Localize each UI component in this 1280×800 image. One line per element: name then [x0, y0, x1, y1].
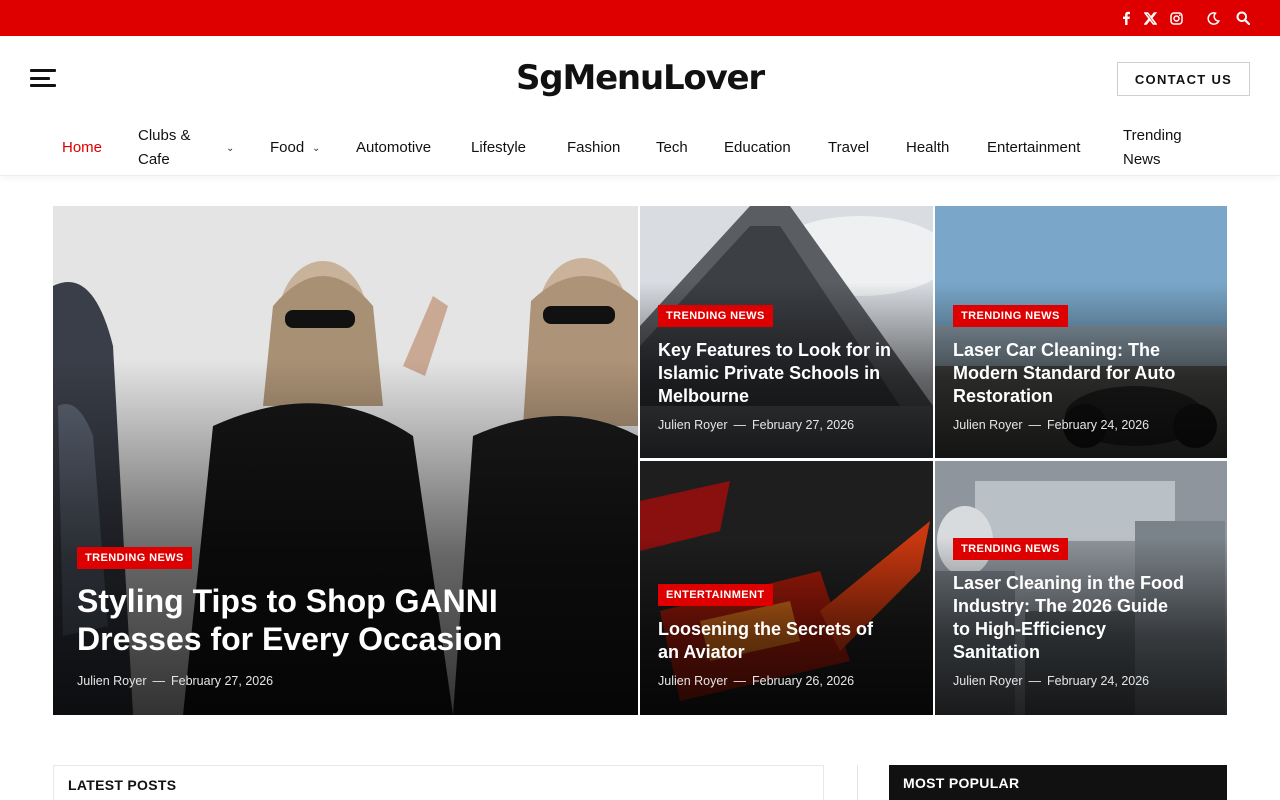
title-line: Restoration: [953, 386, 1054, 406]
card-title[interactable]: Laser Car Cleaning: The Modern Standard …: [953, 339, 1218, 408]
title-line: Melbourne: [658, 386, 750, 406]
title-line: Styling Tips to Shop GANNI: [77, 583, 498, 619]
featured-card[interactable]: ENTERTAINMENT Loosening the Secrets of a…: [640, 461, 933, 715]
nav-item-trending-news-line2[interactable]: News: [1123, 151, 1161, 168]
nav-item-health[interactable]: Health: [906, 139, 949, 156]
author-name[interactable]: Julien Royer: [953, 418, 1022, 432]
category-badge[interactable]: ENTERTAINMENT: [658, 584, 773, 606]
post-meta: Julien Royer — February 27, 2026: [77, 674, 273, 688]
post-meta: Julien Royer — February 27, 2026: [658, 418, 854, 432]
post-date: February 26, 2026: [751, 674, 855, 688]
featured-main-title[interactable]: Styling Tips to Shop GANNI Dresses for E…: [77, 582, 617, 658]
author-name[interactable]: Julien Royer: [658, 674, 727, 688]
card-title[interactable]: Loosening the Secrets of an Aviator: [658, 618, 923, 664]
title-line: Laser Cleaning in the Food: [953, 573, 1185, 593]
featured-card[interactable]: TRENDING NEWS Laser Cleaning in the Food…: [935, 461, 1227, 715]
featured-main-overlay: [53, 358, 638, 715]
instagram-icon[interactable]: [1167, 9, 1185, 27]
contact-us-button[interactable]: CONTACT US: [1117, 62, 1250, 96]
card-title[interactable]: Laser Cleaning in the Food Industry: The…: [953, 572, 1218, 664]
nav-item-travel[interactable]: Travel: [828, 139, 869, 156]
title-line: Dresses for Every Occasion: [77, 621, 503, 657]
category-badge[interactable]: TRENDING NEWS: [77, 547, 192, 569]
latest-posts-header: LATEST POSTS: [53, 765, 824, 800]
nav-item-lifestyle[interactable]: Lifestyle: [471, 139, 526, 156]
featured-main-card[interactable]: TRENDING NEWS Styling Tips to Shop GANNI…: [53, 206, 638, 715]
meta-separator: —: [1028, 674, 1041, 688]
chevron-down-icon[interactable]: ⌄: [226, 143, 234, 154]
section-title: LATEST POSTS: [68, 777, 177, 793]
title-line: Key Features to Look for in: [658, 340, 892, 360]
nav-item-clubs-cafe-line1[interactable]: Clubs &: [138, 127, 191, 144]
search-icon[interactable]: [1234, 9, 1252, 27]
featured-card[interactable]: TRENDING NEWS Key Features to Look for i…: [640, 206, 933, 458]
nav-item-education[interactable]: Education: [724, 139, 791, 156]
category-badge[interactable]: TRENDING NEWS: [658, 305, 773, 327]
title-line: Modern Standard for Auto: [953, 363, 1176, 383]
nav-item-fashion[interactable]: Fashion: [567, 139, 620, 156]
post-meta: Julien Royer — February 24, 2026: [953, 418, 1149, 432]
column-divider: [857, 765, 858, 800]
post-date: February 27, 2026: [751, 418, 855, 432]
title-line: Laser Car Cleaning: The: [953, 340, 1161, 360]
category-badge[interactable]: TRENDING NEWS: [953, 538, 1068, 560]
x-twitter-icon[interactable]: [1141, 9, 1159, 27]
post-date: February 24, 2026: [1046, 674, 1150, 688]
chevron-down-icon[interactable]: ⌄: [312, 143, 320, 154]
author-name[interactable]: Julien Royer: [658, 418, 727, 432]
author-name[interactable]: Julien Royer: [953, 674, 1022, 688]
category-badge[interactable]: TRENDING NEWS: [953, 305, 1068, 327]
post-meta: Julien Royer — February 26, 2026: [658, 674, 854, 688]
meta-separator: —: [152, 674, 165, 688]
featured-grid: TRENDING NEWS Styling Tips to Shop GANNI…: [53, 206, 1227, 715]
title-line: an Aviator: [658, 642, 745, 662]
nav-item-automotive[interactable]: Automotive: [356, 139, 431, 156]
meta-separator: —: [733, 674, 746, 688]
dark-mode-icon[interactable]: [1204, 9, 1222, 27]
site-logo[interactable]: SgMenuLover: [0, 58, 1280, 98]
title-line: Sanitation: [953, 642, 1041, 662]
post-date: February 27, 2026: [170, 674, 274, 688]
title-line: to High-Efficiency: [953, 619, 1107, 639]
meta-separator: —: [1028, 418, 1041, 432]
title-line: Loosening the Secrets of: [658, 619, 874, 639]
site-header: SgMenuLover CONTACT US: [0, 36, 1280, 122]
nav-item-home[interactable]: Home: [62, 139, 102, 156]
card-title[interactable]: Key Features to Look for in Islamic Priv…: [658, 339, 923, 408]
nav-item-clubs-cafe-line2[interactable]: Cafe: [138, 151, 170, 168]
title-line: Industry: The 2026 Guide: [953, 596, 1169, 616]
nav-item-food[interactable]: Food: [270, 139, 304, 156]
main-nav: Home Clubs & Cafe ⌄ Food ⌄ Automotive Li…: [0, 122, 1280, 176]
featured-card[interactable]: TRENDING NEWS Laser Car Cleaning: The Mo…: [935, 206, 1227, 458]
post-date: February 24, 2026: [1046, 418, 1150, 432]
nav-item-entertainment[interactable]: Entertainment: [987, 139, 1080, 156]
author-name[interactable]: Julien Royer: [77, 674, 146, 688]
facebook-icon[interactable]: [1117, 9, 1135, 27]
top-bar: [0, 0, 1280, 36]
meta-separator: —: [733, 418, 746, 432]
most-popular-header: MOST POPULAR: [889, 765, 1227, 800]
post-meta: Julien Royer — February 24, 2026: [953, 674, 1149, 688]
title-line: Islamic Private Schools in: [658, 363, 881, 383]
nav-item-trending-news-line1[interactable]: Trending: [1123, 127, 1182, 144]
nav-item-tech[interactable]: Tech: [656, 139, 688, 156]
section-title: MOST POPULAR: [903, 775, 1020, 791]
